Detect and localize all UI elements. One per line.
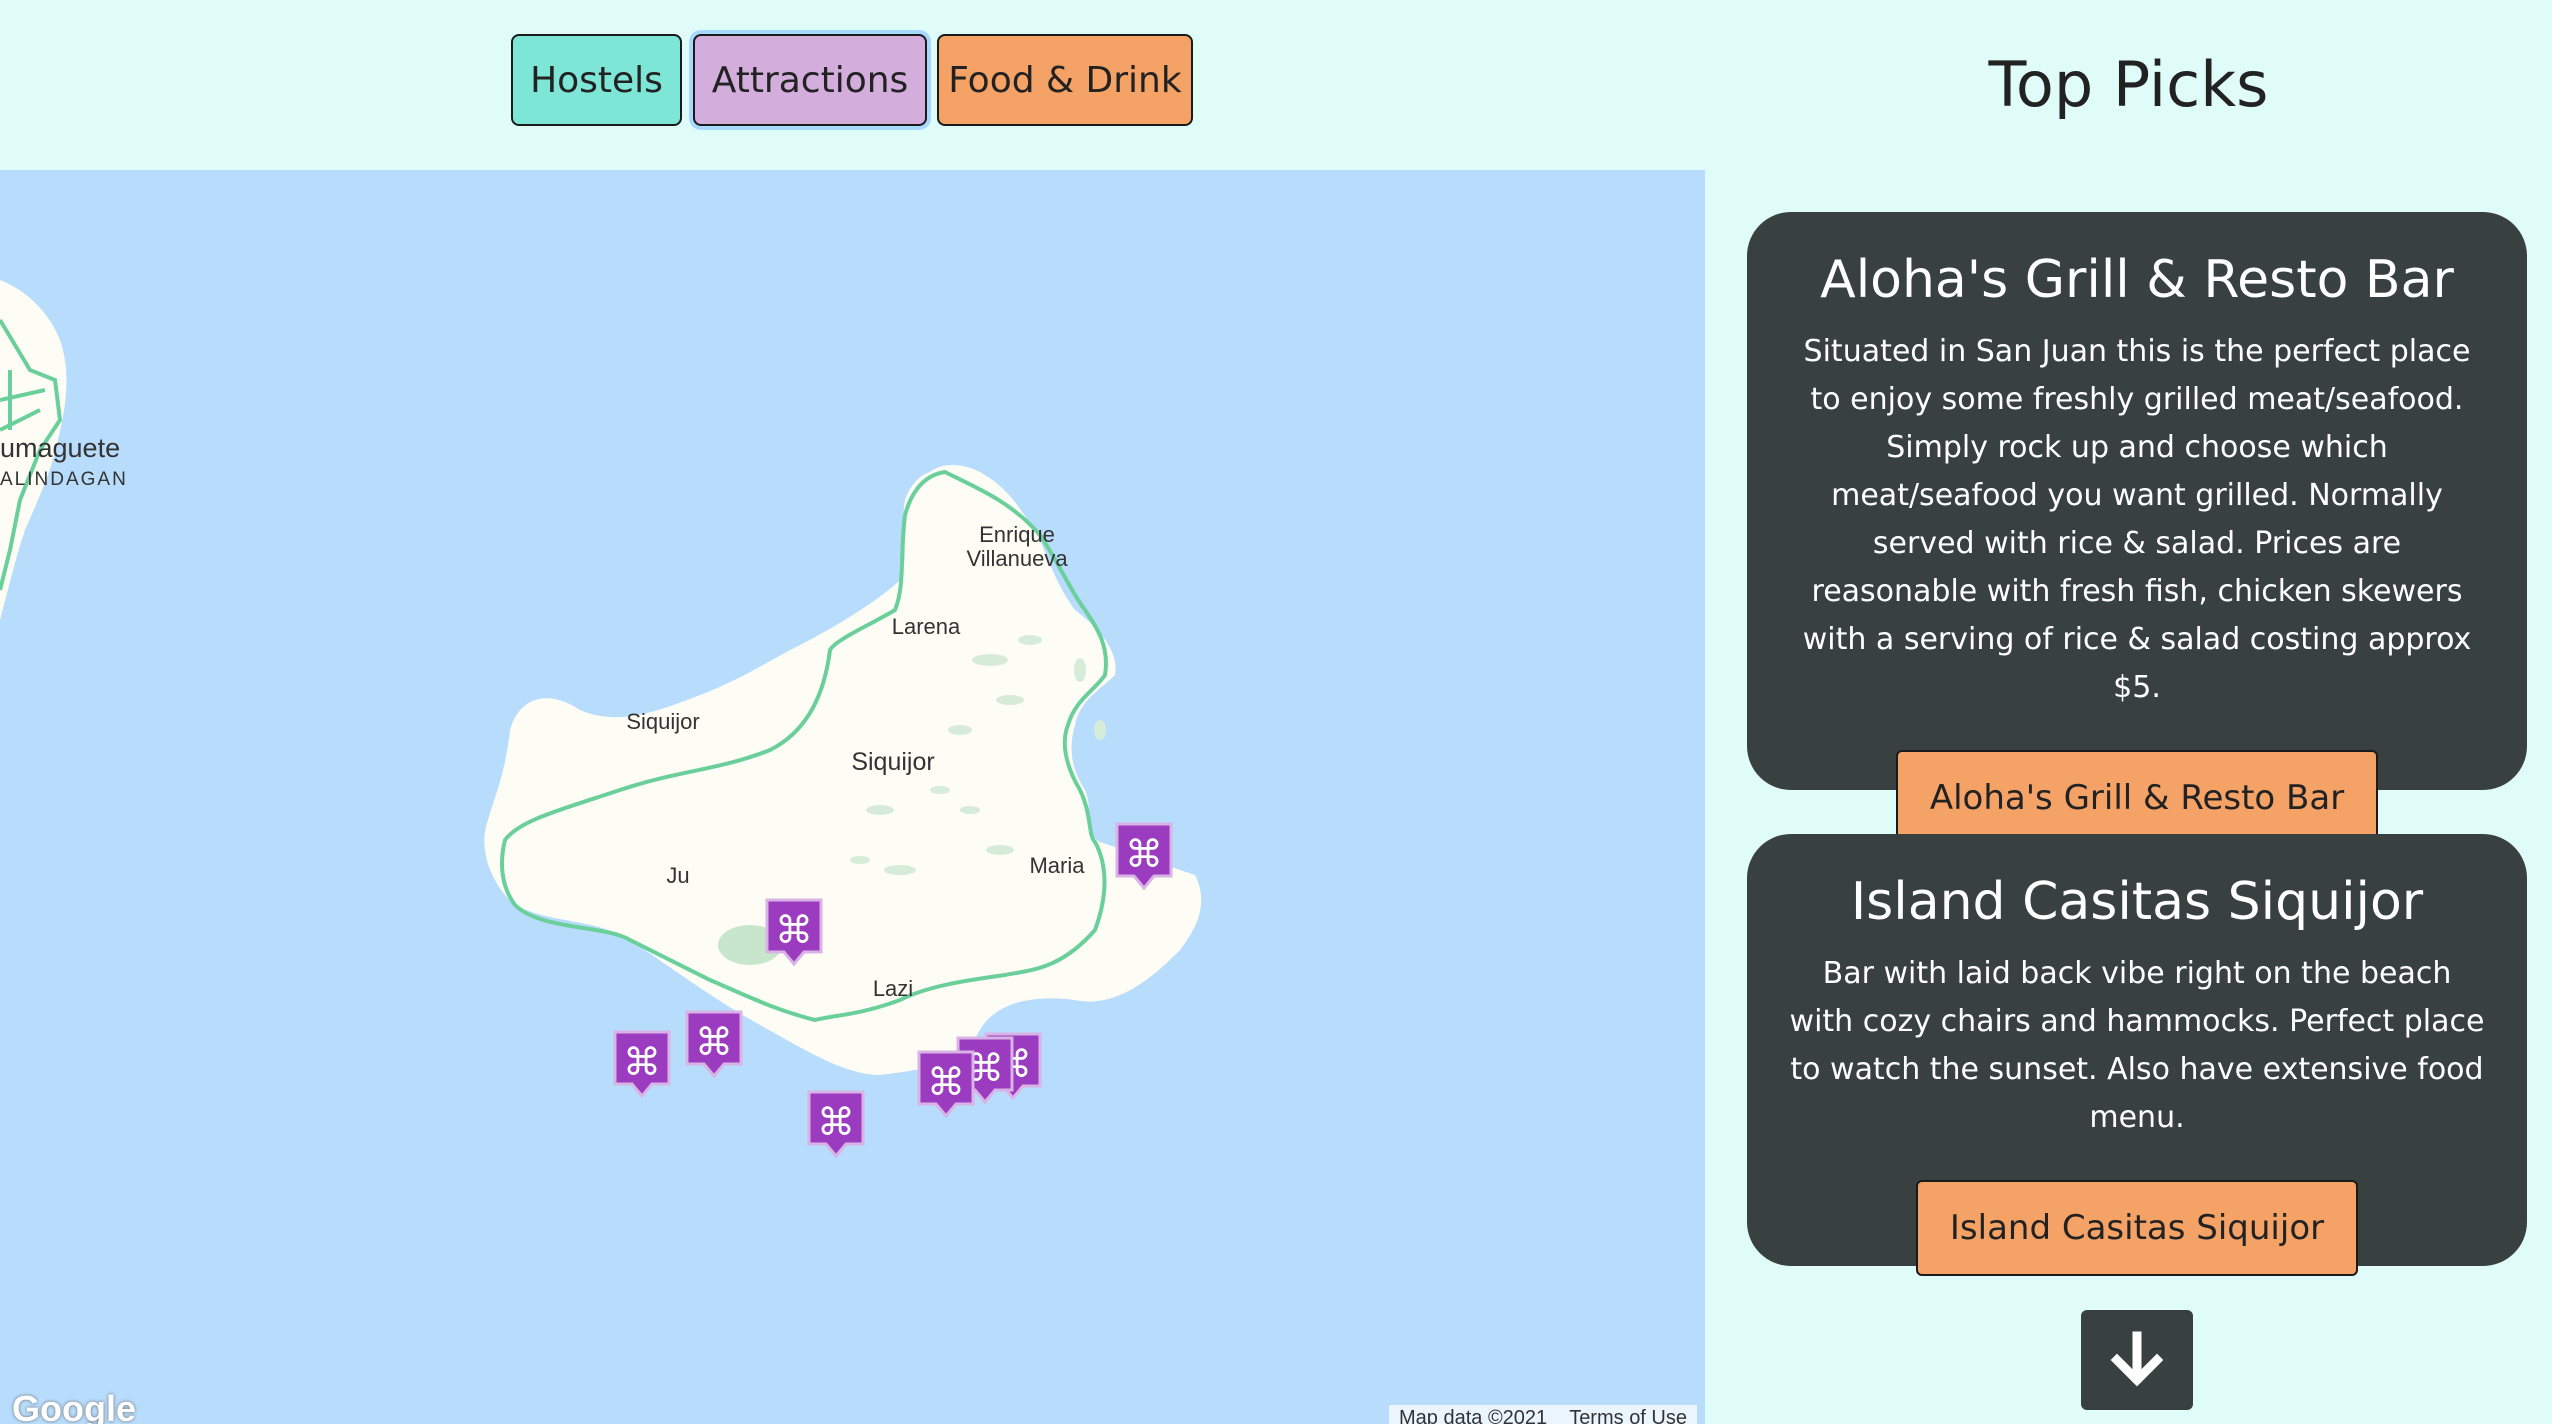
scroll-down-button[interactable] <box>2081 1310 2193 1410</box>
pick-card-title: Island Casitas Siquijor <box>1850 872 2424 932</box>
siquijor-landmass <box>484 464 1202 1075</box>
pick-card: Island Casitas Siquijor Bar with laid ba… <box>1747 834 2527 1276</box>
larena-label: Larena <box>892 614 961 639</box>
map-marker[interactable]: ⌘ <box>685 1010 743 1079</box>
dumaguete-label: umaguete <box>0 433 120 463</box>
siquijor-town-label: Siquijor <box>626 709 699 734</box>
map-data-text: Map data ©2021 <box>1399 1407 1548 1424</box>
marker-glyph: ⌘ <box>775 908 813 952</box>
marker-glyph: ⌘ <box>817 1100 855 1144</box>
marker-glyph: ⌘ <box>927 1060 965 1104</box>
map[interactable]: umaguete ALINDAGAN Enrique Villanueva La… <box>0 170 1705 1424</box>
attractions-button[interactable]: Attractions <box>693 34 927 126</box>
map-marker[interactable]: ⌘ <box>807 1090 865 1159</box>
marker-glyph: ⌘ <box>1125 832 1163 876</box>
pick-card-description: Bar with laid back vibe right on the bea… <box>1789 956 2485 1135</box>
san-juan-label: Ju <box>666 863 689 888</box>
enrique-villanueva-label-2: Villanueva <box>966 546 1068 571</box>
top-picks-panel: Top Picks Aloha's Grill & Resto Bar Situ… <box>1705 0 2552 1424</box>
pick-card-description: Situated in San Juan this is the perfect… <box>1802 334 2472 705</box>
siquijor-island-label: Siquijor <box>851 748 934 776</box>
map-marker[interactable]: ⌘ <box>917 1050 975 1119</box>
map-attribution: Map data ©2021 Terms of Use <box>1389 1405 1697 1424</box>
marker-glyph: ⌘ <box>623 1040 661 1084</box>
hostels-button[interactable]: Hostels <box>511 34 682 126</box>
enrique-villanueva-label-1: Enrique <box>979 522 1055 547</box>
map-marker[interactable]: ⌘ <box>613 1030 671 1099</box>
marker-glyph: ⌘ <box>695 1020 733 1064</box>
top-picks-title: Top Picks <box>1988 48 2269 121</box>
terms-of-use-link[interactable]: Terms of Use <box>1569 1407 1687 1424</box>
food-drink-button[interactable]: Food & Drink <box>937 34 1193 126</box>
pick-card: Aloha's Grill & Resto Bar Situated in Sa… <box>1747 212 2527 846</box>
pick-card-button[interactable]: Island Casitas Siquijor <box>1915 1180 2359 1276</box>
pick-card-title: Aloha's Grill & Resto Bar <box>1820 250 2454 310</box>
map-canvas[interactable]: umaguete ALINDAGAN Enrique Villanueva La… <box>0 170 1705 1424</box>
arrow-down-icon <box>2110 1331 2164 1387</box>
google-logo: Google <box>12 1388 136 1424</box>
pick-card-button[interactable]: Aloha's Grill & Resto Bar <box>1895 750 2379 846</box>
calindagan-label: ALINDAGAN <box>0 469 128 490</box>
maria-label: Maria <box>1029 853 1085 878</box>
category-bar: Hostels Attractions Food & Drink <box>0 0 1705 170</box>
lazi-label: Lazi <box>873 976 913 1001</box>
